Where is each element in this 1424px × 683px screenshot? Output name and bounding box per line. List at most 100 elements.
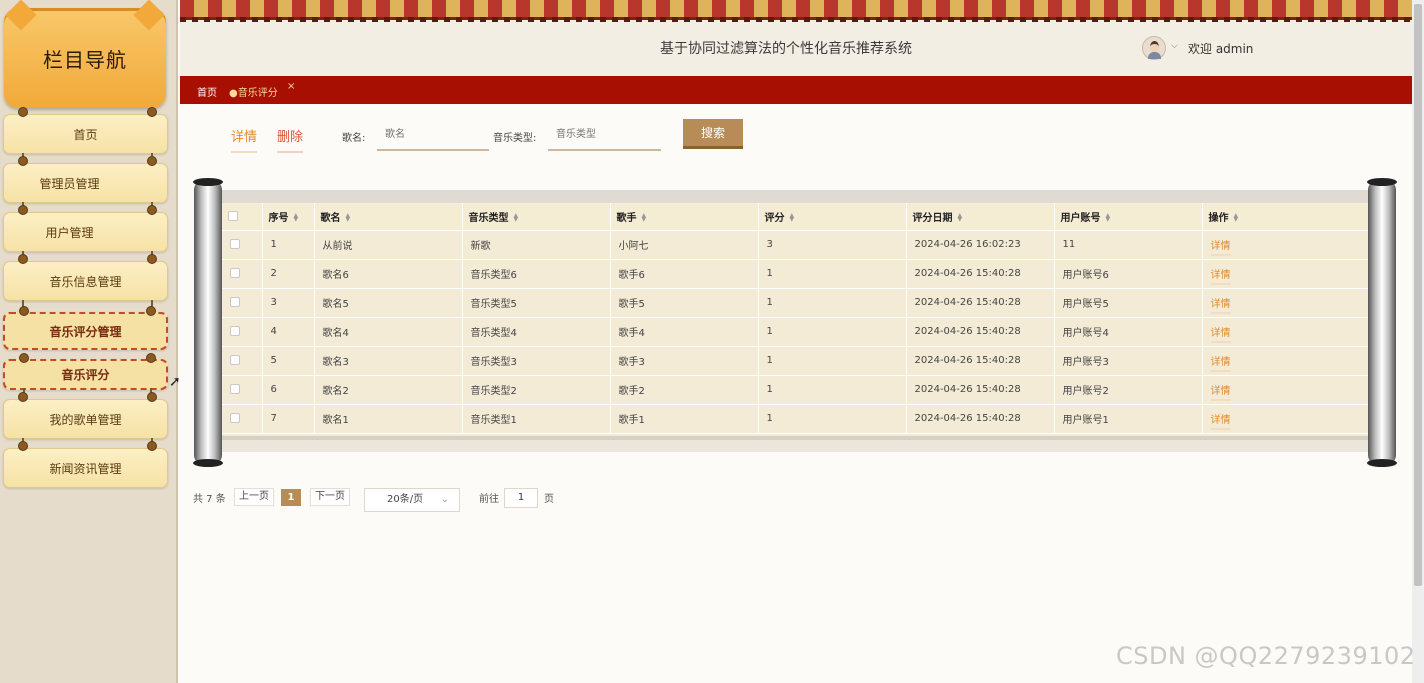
cell-no: 6	[262, 375, 315, 405]
close-icon[interactable]: ×	[287, 81, 295, 92]
avatar[interactable]	[1142, 36, 1166, 60]
goto-page-input[interactable]: 1	[504, 488, 538, 508]
table-row: 6 歌名2 音乐类型2 歌手2 1 2024-04-26 15:40:28 用户…	[222, 375, 1369, 405]
chevron-down-icon[interactable]: ⌵	[1171, 41, 1178, 51]
detail-button[interactable]: 详情	[231, 126, 258, 153]
sort-icon[interactable]: ▲ ▼	[346, 212, 351, 222]
sidebar-item-home[interactable]: 首页	[3, 107, 168, 163]
row-detail-button[interactable]: 详情	[1210, 299, 1231, 314]
table-container: 序号 ▲ ▼ 歌名 ▲ ▼ 音乐类型 ▲ ▼ 歌手 ▲ ▼ 评分 ▲ ▼ 评分日期 ▲ ▼ 用户账号 ▲ ▼…	[222, 190, 1369, 452]
row-detail-button[interactable]: 详情	[1210, 386, 1231, 401]
column-header[interactable]: 评分 ▲ ▼	[758, 203, 907, 231]
sidebar-item-news[interactable]: 新闻资讯管理	[3, 441, 168, 488]
cell-date: 2024-04-26 15:40:28	[906, 317, 1055, 347]
row-detail-button[interactable]: 详情	[1210, 241, 1231, 256]
cell-song: 歌名1	[314, 404, 463, 434]
cell-singer: 小阿七	[610, 230, 759, 260]
sidebar-subitem-rating[interactable]: 音乐评分	[3, 353, 168, 398]
table-row: 7 歌名1 音乐类型1 歌手1 1 2024-04-26 15:40:28 用户…	[222, 404, 1369, 434]
cell-user: 用户账号5	[1054, 288, 1203, 318]
prev-page-button[interactable]: 上一页	[234, 488, 274, 506]
cell-no: 5	[262, 346, 315, 376]
sidebar-item-playlist[interactable]: 我的歌单管理	[3, 392, 168, 448]
row-checkbox[interactable]	[230, 239, 240, 249]
cell-date: 2024-04-26 15:40:28	[906, 375, 1055, 405]
table-horizontal-scrollbar[interactable]	[222, 436, 1368, 452]
cell-no: 4	[262, 317, 315, 347]
cell-singer: 歌手6	[610, 259, 759, 289]
column-header[interactable]: 用户账号 ▲ ▼	[1054, 203, 1203, 231]
row-checkbox[interactable]	[230, 297, 240, 307]
row-detail-button[interactable]: 详情	[1210, 270, 1231, 285]
sidebar-item-label: 我的歌单管理	[49, 412, 122, 427]
page-scrollbar[interactable]	[1412, 0, 1424, 683]
cell-date: 2024-04-26 15:40:28	[906, 259, 1055, 289]
column-header[interactable]: 序号 ▲ ▼	[262, 203, 315, 231]
sidebar-item-label: 管理员管理	[39, 176, 100, 191]
row-checkbox[interactable]	[230, 384, 240, 394]
sort-icon[interactable]: ▲ ▼	[514, 212, 519, 222]
column-header[interactable]: 操作 ▲ ▼	[1202, 203, 1369, 231]
cell-date: 2024-04-26 15:40:28	[906, 404, 1055, 434]
sort-icon[interactable]: ▲ ▼	[294, 212, 299, 222]
cell-type: 音乐类型6	[462, 259, 611, 289]
next-page-button[interactable]: 下一页	[310, 488, 350, 506]
row-detail-button[interactable]: 详情	[1210, 328, 1231, 343]
sort-icon[interactable]: ▲ ▼	[1106, 212, 1111, 222]
sort-icon[interactable]: ▲ ▼	[958, 212, 963, 222]
scroll-roller-left	[193, 178, 223, 467]
sidebar-item-label: 用户管理	[45, 225, 94, 240]
breadcrumb-home[interactable]: 首页	[197, 84, 217, 99]
sort-icon[interactable]: ▲ ▼	[1234, 212, 1239, 222]
tab-music-rating[interactable]: ●音乐评分	[229, 84, 278, 99]
row-detail-button[interactable]: 详情	[1210, 415, 1231, 430]
cell-singer: 歌手2	[610, 375, 759, 405]
music-type-input[interactable]	[548, 119, 661, 151]
cell-score: 1	[758, 346, 907, 376]
delete-button[interactable]: 删除	[277, 126, 304, 153]
header-decorative-border	[180, 0, 1412, 22]
current-page[interactable]: 1	[281, 489, 301, 506]
sort-icon[interactable]: ▲ ▼	[790, 212, 795, 222]
row-checkbox[interactable]	[230, 268, 240, 278]
cell-type: 音乐类型2	[462, 375, 611, 405]
page-size-value: 20条/页	[387, 494, 424, 505]
cell-no: 2	[262, 259, 315, 289]
cell-score: 1	[758, 404, 907, 434]
table-row: 1 从前说 新歌 小阿七 3 2024-04-26 16:02:23 11 详情	[222, 230, 1369, 260]
cell-user: 11	[1054, 230, 1203, 260]
select-all-checkbox[interactable]	[228, 210, 238, 221]
cell-score: 3	[758, 230, 907, 260]
cell-type: 音乐类型4	[462, 317, 611, 347]
sidebar-item-label: 新闻资讯管理	[49, 461, 122, 476]
breadcrumb: 首页 ●音乐评分 ×	[180, 76, 1412, 104]
cell-date: 2024-04-26 16:02:23	[906, 230, 1055, 260]
watermark: CSDN @QQ2279239102	[1116, 642, 1416, 670]
sidebar-item-label: 音乐评分	[61, 368, 110, 382]
select-all-cell[interactable]	[222, 203, 263, 231]
sidebar-item-music-info[interactable]: 音乐信息管理	[3, 254, 168, 310]
row-checkbox[interactable]	[230, 413, 240, 423]
column-header[interactable]: 评分日期 ▲ ▼	[906, 203, 1055, 231]
sidebar-item-label: 音乐信息管理	[49, 274, 122, 289]
sidebar-title-label: 栏目导航	[43, 47, 127, 72]
search-button[interactable]: 搜索	[683, 119, 743, 149]
cell-user: 用户账号1	[1054, 404, 1203, 434]
rating-table: 序号 ▲ ▼ 歌名 ▲ ▼ 音乐类型 ▲ ▼ 歌手 ▲ ▼ 评分 ▲ ▼ 评分日期 ▲ ▼ 用户账号 ▲ ▼…	[222, 203, 1369, 434]
sort-icon[interactable]: ▲ ▼	[642, 212, 647, 222]
song-name-input[interactable]	[377, 119, 489, 151]
scrollbar-thumb[interactable]	[1414, 4, 1422, 586]
row-detail-button[interactable]: 详情	[1210, 357, 1231, 372]
column-header[interactable]: 歌名 ▲ ▼	[314, 203, 463, 231]
page-size-select[interactable]: 20条/页 ⌄	[364, 488, 460, 512]
row-checkbox[interactable]	[230, 355, 240, 365]
cell-score: 1	[758, 317, 907, 347]
column-header[interactable]: 歌手 ▲ ▼	[610, 203, 759, 231]
header: 基于协同过滤算法的个性化音乐推荐系统 ⌵ 欢迎 admin	[180, 0, 1412, 76]
sidebar-item-users[interactable]: 用户管理	[3, 205, 168, 261]
row-checkbox[interactable]	[230, 326, 240, 336]
sidebar-item-admin[interactable]: 管理员管理	[3, 156, 168, 212]
sidebar-item-rating-management[interactable]: 音乐评分管理	[3, 306, 168, 350]
column-header[interactable]: 音乐类型 ▲ ▼	[462, 203, 611, 231]
page-unit-label: 页	[544, 494, 554, 505]
